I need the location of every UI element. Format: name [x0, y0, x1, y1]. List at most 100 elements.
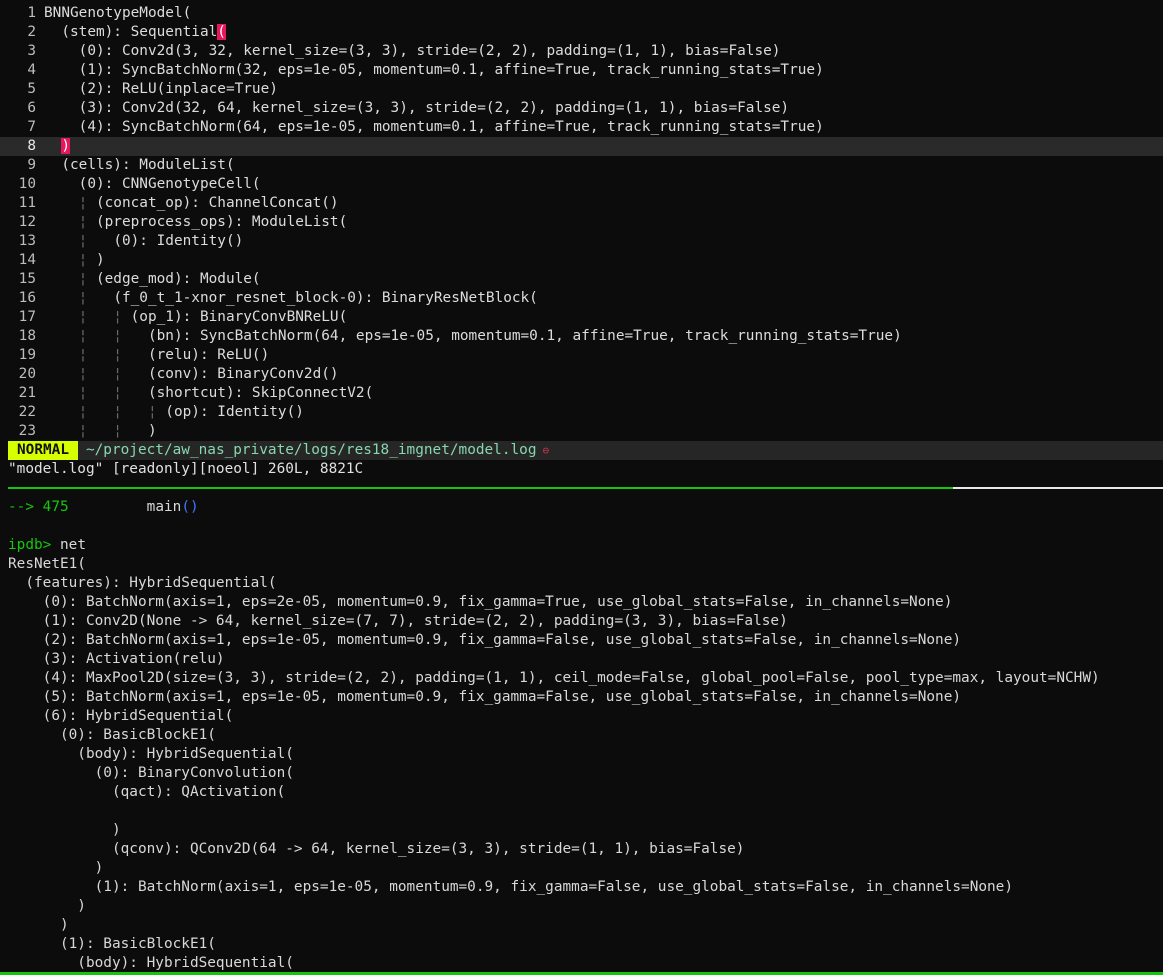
indent-guide — [44, 62, 79, 78]
code-line[interactable]: 10 (0): CNNGenotypeCell( — [0, 175, 1163, 194]
code-line[interactable]: 8 ) — [0, 137, 1163, 156]
indent-guide: ¦ — [44, 195, 96, 211]
code-text: (0): CNNGenotypeCell( — [78, 176, 261, 192]
output-line: ResNetE1( — [8, 556, 86, 572]
vim-editor-pane[interactable]: 1 BNNGenotypeModel( 2 (stem): Sequential(3… — [0, 4, 1163, 441]
code-line[interactable]: 5 (2): ReLU(inplace=True) — [0, 80, 1163, 99]
ipdb-command: net — [60, 537, 86, 553]
code-line[interactable]: 1 BNNGenotypeModel( — [0, 4, 1163, 23]
indent-guide: ¦ — [44, 290, 114, 306]
code-line[interactable]: 13 ¦ (0): Identity() — [0, 232, 1163, 251]
output-line: ) — [8, 898, 86, 914]
indent-guide: ¦ ¦ — [44, 309, 131, 325]
debugger-current-line: --> 475 main() — [8, 498, 1163, 517]
indent-guide — [44, 43, 79, 59]
indent-guide — [44, 81, 79, 97]
line-number: 18 — [18, 328, 36, 344]
code-line[interactable]: 14 ¦ ) — [0, 251, 1163, 270]
line-number: 3 — [27, 43, 36, 59]
output-line: ) — [8, 860, 104, 876]
line-number: 5 — [27, 81, 36, 97]
code-line[interactable]: 19 ¦ ¦ (relu): ReLU() — [0, 346, 1163, 365]
code-text: (bn): SyncBatchNorm(64, eps=1e-05, momen… — [147, 328, 902, 344]
output-line: ) — [8, 822, 121, 838]
code-text: (f_0_t_1-xnor_resnet_block-0): BinaryRes… — [113, 290, 538, 306]
output-line: (1): Conv2D(None -> 64, kernel_size=(7, … — [8, 613, 788, 629]
code-line[interactable]: 12 ¦ (preprocess_ops): ModuleList( — [0, 213, 1163, 232]
code-text: (shortcut): SkipConnectV2( — [147, 385, 374, 401]
code-line[interactable]: 22 ¦ ¦ ¦ (op): Identity() — [0, 403, 1163, 422]
indent-guide — [44, 100, 79, 116]
indent-guide — [44, 157, 61, 173]
code-text: (conv): BinaryConv2d() — [147, 366, 339, 382]
line-number: 1 — [27, 5, 36, 21]
output-line: (3): Activation(relu) — [8, 651, 225, 667]
matching-paren: ( — [217, 24, 226, 40]
code-line[interactable]: 7 (4): SyncBatchNorm(64, eps=1e-05, mome… — [0, 118, 1163, 137]
output-line: (qconv): QConv2D(64 -> 64, kernel_size=(… — [8, 841, 745, 857]
code-line[interactable]: 20 ¦ ¦ (conv): BinaryConv2d() — [0, 365, 1163, 384]
line-number: 10 — [18, 176, 36, 192]
line-number: 22 — [18, 404, 36, 420]
code-text: (preprocess_ops): ModuleList( — [95, 214, 348, 230]
output-line: (body): HybridSequential( — [8, 955, 294, 971]
code-text: ) — [147, 423, 157, 439]
code-line[interactable]: 18 ¦ ¦ (bn): SyncBatchNorm(64, eps=1e-05… — [0, 327, 1163, 346]
terminal-output: ResNetE1( (features): HybridSequential( … — [8, 555, 1163, 973]
indent-guide: ¦ ¦ — [44, 328, 148, 344]
line-number: 16 — [18, 290, 36, 306]
code-text: (1): SyncBatchNorm(32, eps=1e-05, moment… — [78, 62, 824, 78]
pane-divider-inactive — [953, 487, 1163, 489]
output-line: (0): BasicBlockE1( — [8, 727, 216, 743]
code-text: ) — [95, 252, 105, 268]
call-parens: () — [181, 499, 199, 515]
code-text: (0): Conv2d(3, 32, kernel_size=(3, 3), s… — [78, 43, 781, 59]
ipdb-prompt: ipdb> — [8, 537, 52, 553]
code-line[interactable]: 6 (3): Conv2d(32, 64, kernel_size=(3, 3)… — [0, 99, 1163, 118]
code-text: (2): ReLU(inplace=True) — [78, 81, 278, 97]
pane-divider[interactable] — [8, 487, 953, 489]
code-line[interactable]: 11 ¦ (concat_op): ChannelConcat() — [0, 194, 1163, 213]
line-number: 17 — [18, 309, 36, 325]
indent-guide: ¦ ¦ — [44, 366, 148, 382]
code-line[interactable]: 3 (0): Conv2d(3, 32, kernel_size=(3, 3),… — [0, 42, 1163, 61]
code-text: (4): SyncBatchNorm(64, eps=1e-05, moment… — [78, 119, 824, 135]
code-text: BNNGenotypeModel( — [44, 5, 192, 21]
mode-badge: NORMAL — [8, 441, 78, 460]
code-line[interactable]: 9 (cells): ModuleList( — [0, 156, 1163, 175]
line-number: 12 — [18, 214, 36, 230]
line-number: 4 — [27, 62, 36, 78]
current-line-call: main — [146, 499, 182, 515]
indent-guide: ¦ ¦ — [44, 423, 148, 439]
line-number: 11 — [18, 195, 36, 211]
code-line[interactable]: 15 ¦ (edge_mod): Module( — [0, 270, 1163, 289]
lock-icon: ⊖ — [542, 444, 550, 457]
code-line[interactable]: 17 ¦ ¦ (op_1): BinaryConvBNReLU( — [0, 308, 1163, 327]
indent-guide: ¦ — [44, 271, 96, 287]
output-line: (body): HybridSequential( — [8, 746, 294, 762]
code-text: (op): Identity() — [165, 404, 304, 420]
code-line[interactable]: 2 (stem): Sequential( — [0, 23, 1163, 42]
line-number: 7 — [27, 119, 36, 135]
cursor-char: ) — [61, 138, 70, 154]
indent-guide: ¦ ¦ — [44, 347, 148, 363]
output-line: (0): BatchNorm(axis=1, eps=2e-05, moment… — [8, 594, 953, 610]
terminal-pane[interactable]: --> 475 main() ipdb> net ResNetE1( (feat… — [8, 498, 1163, 973]
line-number: 21 — [18, 385, 36, 401]
output-line: (2): BatchNorm(axis=1, eps=1e-05, moment… — [8, 632, 962, 648]
code-text: (edge_mod): Module( — [95, 271, 261, 287]
code-line[interactable]: 21 ¦ ¦ (shortcut): SkipConnectV2( — [0, 384, 1163, 403]
code-line[interactable]: 16 ¦ (f_0_t_1-xnor_resnet_block-0): Bina… — [0, 289, 1163, 308]
output-line: (1): BatchNorm(axis=1, eps=1e-05, moment… — [8, 879, 1014, 895]
line-number: 13 — [18, 233, 36, 249]
indent-guide: ¦ ¦ ¦ — [44, 404, 166, 420]
code-line[interactable]: 23 ¦ ¦ ) — [0, 422, 1163, 441]
output-line: (6): HybridSequential( — [8, 708, 234, 724]
line-number: 6 — [27, 100, 36, 116]
line-number: 19 — [18, 347, 36, 363]
ipdb-prompt-line[interactable]: ipdb> net — [8, 536, 1163, 555]
indent-guide: ¦ — [44, 233, 114, 249]
code-line[interactable]: 4 (1): SyncBatchNorm(32, eps=1e-05, mome… — [0, 61, 1163, 80]
code-text: (op_1): BinaryConvBNReLU( — [130, 309, 348, 325]
line-number: 15 — [18, 271, 36, 287]
